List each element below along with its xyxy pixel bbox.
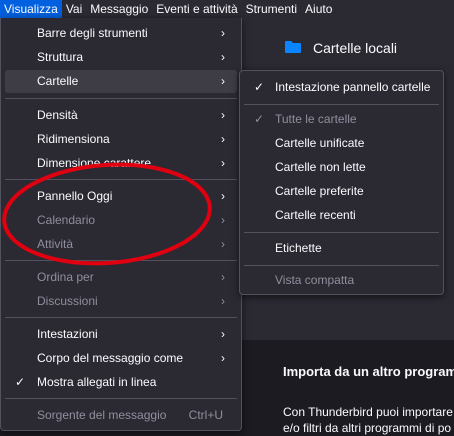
submenu-item-cartelle-recenti[interactable]: Cartelle recenti bbox=[244, 204, 439, 227]
folders-submenu: ✓ Intestazione pannello cartelle ✓ Tutte… bbox=[239, 70, 444, 295]
menu-item-dimensione-carattere[interactable]: Dimensione carattere › bbox=[5, 152, 237, 175]
checkmark-icon: ✓ bbox=[15, 375, 26, 389]
menu-item-label: Cartelle bbox=[37, 74, 79, 88]
checkmark-icon: ✓ bbox=[254, 80, 265, 94]
chevron-right-icon: › bbox=[221, 156, 225, 170]
menu-item-label: Densità bbox=[37, 108, 78, 122]
menu-visualizza[interactable]: Visualizza bbox=[0, 0, 62, 18]
chevron-right-icon: › bbox=[221, 270, 225, 284]
chevron-right-icon: › bbox=[221, 132, 225, 146]
menu-item-label: Ridimensiona bbox=[37, 132, 110, 146]
menu-item-struttura[interactable]: Struttura › bbox=[5, 46, 237, 69]
separator bbox=[244, 104, 439, 105]
menu-item-label: Intestazione pannello cartelle bbox=[275, 80, 431, 94]
import-description: Con Thunderbird puoi importare e/o filtr… bbox=[283, 404, 454, 436]
menu-item-discussioni: Discussioni › bbox=[5, 290, 237, 313]
menu-eventi-attivita[interactable]: Eventi e attività bbox=[152, 0, 241, 18]
menu-item-mostra-allegati[interactable]: ✓ Mostra allegati in linea bbox=[5, 371, 237, 394]
chevron-right-icon: › bbox=[221, 237, 225, 251]
menu-item-corpo-messaggio[interactable]: Corpo del messaggio come › bbox=[5, 347, 237, 370]
menu-item-label: Sorgente del messaggio bbox=[37, 408, 167, 422]
import-title: Importa da un altro program bbox=[283, 364, 454, 379]
menu-item-label: Cartelle preferite bbox=[275, 184, 364, 198]
menu-item-label: Corpo del messaggio come bbox=[37, 351, 184, 365]
chevron-right-icon: › bbox=[221, 26, 225, 40]
chevron-right-icon: › bbox=[221, 213, 225, 227]
menu-item-label: Attività bbox=[37, 237, 74, 251]
menu-item-label: Intestazioni bbox=[37, 327, 98, 341]
menu-item-ordina-per: Ordina per › bbox=[5, 266, 237, 289]
separator bbox=[5, 317, 237, 318]
submenu-item-vista-compatta: Vista compatta bbox=[244, 269, 439, 292]
menu-item-cartelle[interactable]: Cartelle › bbox=[5, 70, 237, 93]
menu-item-intestazioni[interactable]: Intestazioni › bbox=[5, 323, 237, 346]
menu-item-label: Cartelle recenti bbox=[275, 208, 356, 222]
menu-item-label: Cartelle unificate bbox=[275, 136, 365, 150]
menu-item-label: Calendario bbox=[37, 213, 96, 227]
menu-item-label: Struttura bbox=[37, 50, 84, 64]
separator bbox=[5, 260, 237, 261]
menu-item-barre-strumenti[interactable]: Barre degli strumenti › bbox=[5, 22, 237, 45]
chevron-right-icon: › bbox=[221, 327, 225, 341]
menu-bar: Visualizza Vai Messaggio Eventi e attivi… bbox=[0, 0, 454, 18]
menu-item-label: Mostra allegati in linea bbox=[37, 375, 157, 389]
menu-messaggio[interactable]: Messaggio bbox=[86, 0, 152, 18]
submenu-item-tutte-cartelle[interactable]: ✓ Tutte le cartelle bbox=[244, 108, 439, 131]
view-menu: Barre degli strumenti › Struttura › Cart… bbox=[0, 18, 242, 431]
chevron-right-icon: › bbox=[221, 74, 225, 88]
menu-item-calendario: Calendario › bbox=[5, 209, 237, 232]
menu-item-sorgente-messaggio: Sorgente del messaggio Ctrl+U bbox=[5, 404, 237, 427]
menu-item-label: Barre degli strumenti bbox=[37, 26, 148, 40]
folder-title: Cartelle locali bbox=[313, 40, 398, 56]
folder-icon bbox=[285, 41, 301, 53]
checkmark-icon: ✓ bbox=[254, 112, 265, 126]
shortcut-label: Ctrl+U bbox=[188, 408, 223, 422]
menu-item-label: Discussioni bbox=[37, 294, 98, 308]
submenu-item-cartelle-non-lette[interactable]: Cartelle non lette bbox=[244, 156, 439, 179]
menu-vai[interactable]: Vai bbox=[62, 0, 86, 18]
separator bbox=[5, 179, 237, 180]
menu-item-attivita: Attività › bbox=[5, 233, 237, 256]
separator bbox=[244, 232, 439, 233]
chevron-right-icon: › bbox=[221, 50, 225, 64]
chevron-right-icon: › bbox=[221, 351, 225, 365]
chevron-right-icon: › bbox=[221, 108, 225, 122]
menu-item-densita[interactable]: Densità › bbox=[5, 104, 237, 127]
chevron-right-icon: › bbox=[221, 294, 225, 308]
submenu-item-cartelle-unificate[interactable]: Cartelle unificate bbox=[244, 132, 439, 155]
separator bbox=[5, 398, 237, 399]
import-text-line: Con Thunderbird puoi importare bbox=[283, 405, 453, 419]
separator bbox=[244, 265, 439, 266]
menu-aiuto[interactable]: Aiuto bbox=[301, 0, 336, 18]
import-text-line: e/o filtri da altri programmi di po bbox=[283, 421, 452, 435]
submenu-item-etichette[interactable]: Etichette bbox=[244, 237, 439, 260]
menu-item-ridimensiona[interactable]: Ridimensiona › bbox=[5, 128, 237, 151]
menu-item-label: Ordina per bbox=[37, 270, 94, 284]
chevron-right-icon: › bbox=[221, 189, 225, 203]
separator bbox=[5, 98, 237, 99]
menu-item-label: Etichette bbox=[275, 241, 322, 255]
menu-item-label: Dimensione carattere bbox=[37, 156, 152, 170]
menu-strumenti[interactable]: Strumenti bbox=[242, 0, 301, 18]
submenu-item-cartelle-preferite[interactable]: Cartelle preferite bbox=[244, 180, 439, 203]
submenu-item-intestazione-pannello[interactable]: ✓ Intestazione pannello cartelle bbox=[244, 76, 439, 99]
menu-item-label: Vista compatta bbox=[275, 273, 355, 287]
menu-item-label: Pannello Oggi bbox=[37, 189, 113, 203]
menu-item-label: Cartelle non lette bbox=[275, 160, 366, 174]
menu-item-label: Tutte le cartelle bbox=[275, 112, 357, 126]
menu-item-pannello-oggi[interactable]: Pannello Oggi › bbox=[5, 185, 237, 208]
